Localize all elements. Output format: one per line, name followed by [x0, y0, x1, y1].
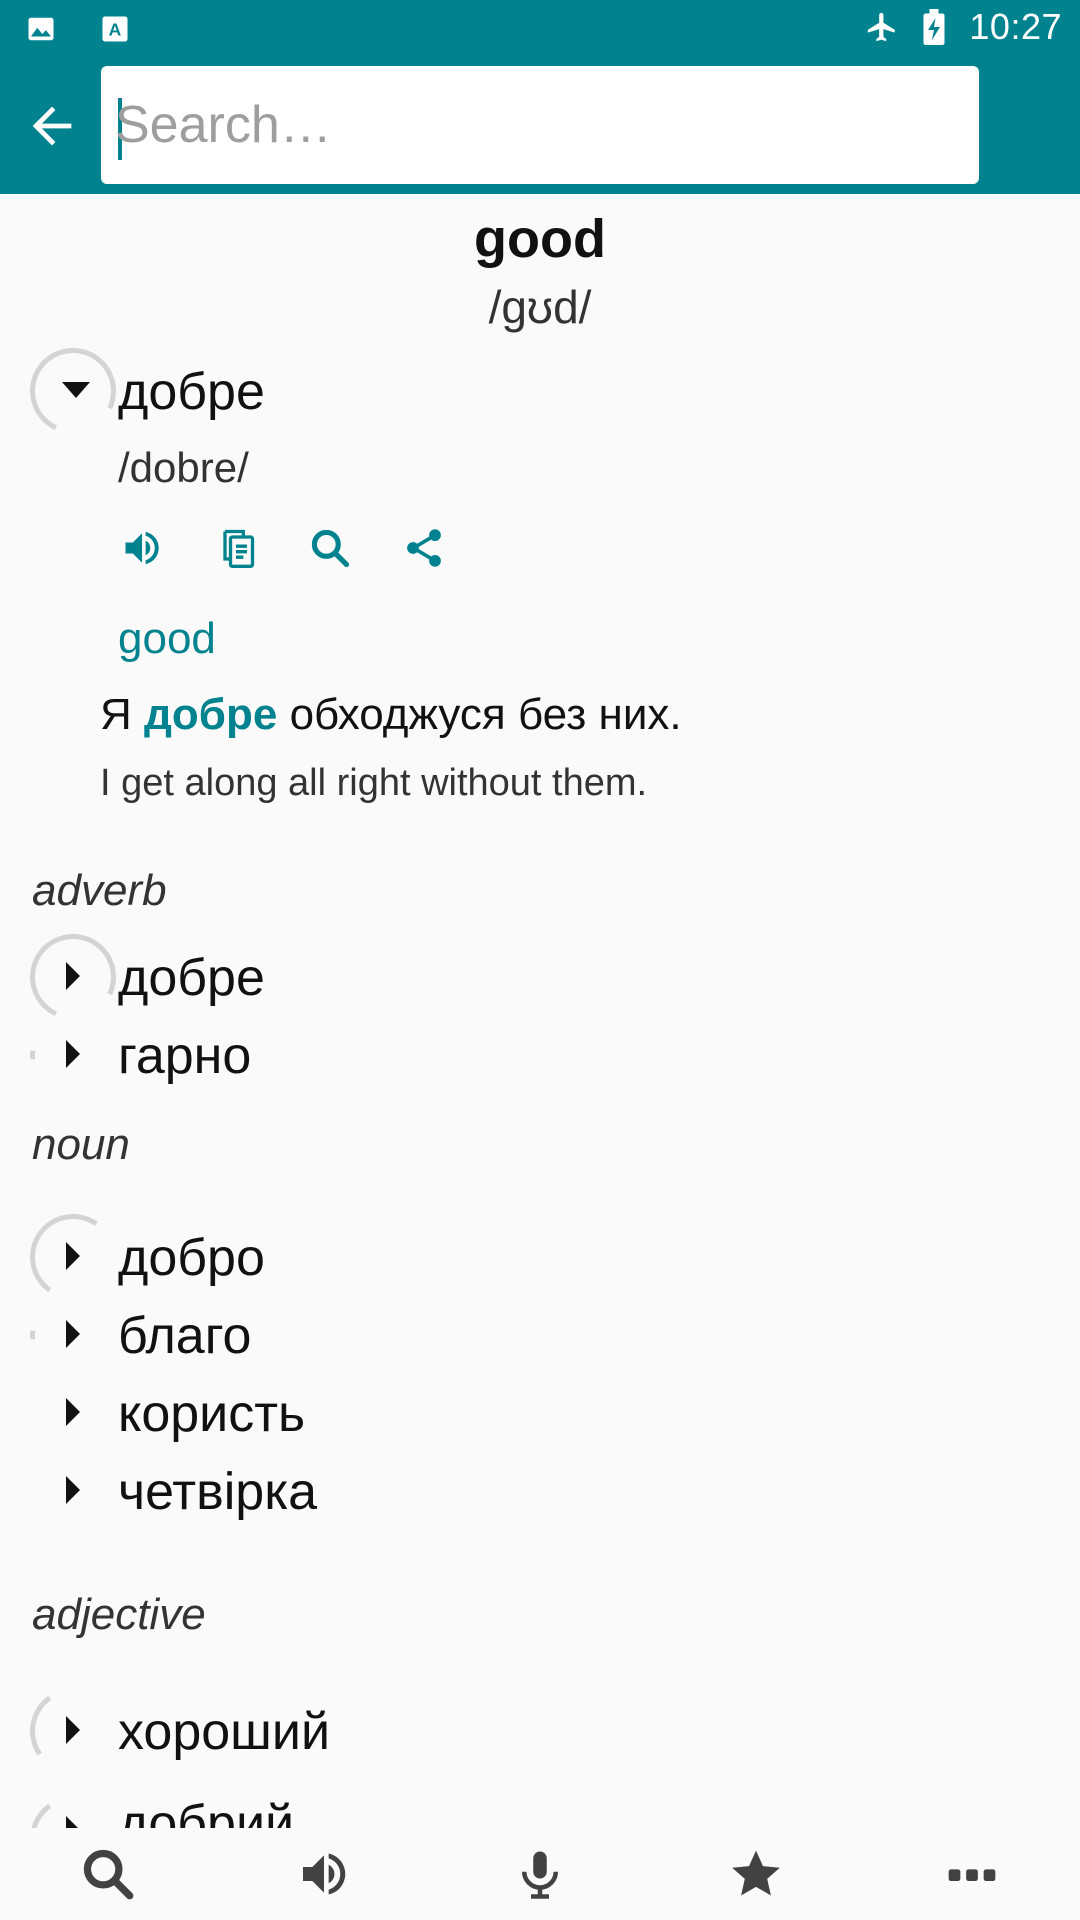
triangle-down-icon	[62, 382, 90, 398]
triangle-right-icon	[66, 1816, 80, 1828]
search-box[interactable]	[101, 66, 979, 184]
speaker-icon	[125, 531, 159, 565]
expand-button[interactable]	[45, 1026, 101, 1082]
nav-voice-button[interactable]	[500, 1834, 580, 1914]
star-icon	[732, 1850, 780, 1896]
triangle-right-icon	[66, 1242, 80, 1270]
sense-word[interactable]: хороший	[118, 1702, 330, 1762]
expand-button[interactable]	[45, 1702, 101, 1758]
dictionary-app: A 10:27 good /gʊd/ добре	[0, 0, 1080, 1920]
search-icon	[311, 529, 350, 568]
copy-icon	[223, 529, 255, 568]
sense-word[interactable]: користь	[118, 1384, 305, 1444]
sense-actions	[118, 524, 448, 572]
example-before: Я	[100, 690, 144, 739]
entry-content: good /gʊd/ добре /dobre/ good Я добре об…	[0, 194, 1080, 1828]
expand-button[interactable]	[45, 948, 101, 1004]
nav-search-button[interactable]	[68, 1834, 148, 1914]
sense-word[interactable]: гарно	[118, 1026, 251, 1086]
arrow-back-icon	[32, 106, 72, 146]
headword-phonetic: /gʊd/	[488, 281, 592, 333]
clock: 10:27	[969, 6, 1062, 47]
triangle-right-icon	[66, 1716, 80, 1744]
expand-button[interactable]	[45, 1384, 101, 1440]
copy-button[interactable]	[212, 524, 260, 572]
search-input[interactable]	[115, 80, 965, 170]
share-icon	[407, 529, 441, 567]
triangle-right-icon	[66, 962, 80, 990]
sense-phonetic: /dobre/	[118, 444, 249, 491]
speak-button[interactable]	[118, 524, 166, 572]
back-button[interactable]	[18, 92, 86, 160]
image-icon	[24, 12, 58, 46]
sense-word[interactable]: добре	[118, 362, 265, 422]
pos-label-adverb: adverb	[32, 866, 167, 915]
expand-button[interactable]	[45, 1802, 101, 1828]
sense-word[interactable]: добрий	[118, 1794, 294, 1828]
example-highlight: добре	[144, 690, 278, 739]
headword: good	[474, 209, 606, 269]
collapse-button[interactable]	[48, 362, 104, 418]
status-bar: A 10:27	[0, 0, 1080, 60]
airplane-icon	[865, 10, 899, 44]
text-format-icon: A	[98, 12, 132, 46]
speaker-icon	[303, 1853, 346, 1895]
expand-button[interactable]	[45, 1306, 101, 1362]
lookup-button[interactable]	[306, 524, 354, 572]
share-button[interactable]	[400, 524, 448, 572]
expand-button[interactable]	[45, 1228, 101, 1284]
microphone-icon	[522, 1851, 558, 1899]
status-left-icons: A	[24, 12, 132, 46]
nav-speak-button[interactable]	[284, 1834, 364, 1914]
more-icon	[948, 1869, 996, 1881]
example-sentence: Я добре обходжуся без них.	[100, 690, 682, 740]
nav-favorites-button[interactable]	[716, 1834, 796, 1914]
sense-word[interactable]: добре	[118, 948, 265, 1008]
pos-label-noun: noun	[32, 1120, 130, 1169]
svg-text:A: A	[109, 19, 122, 39]
sense-word[interactable]: благо	[118, 1306, 251, 1366]
triangle-right-icon	[66, 1040, 80, 1068]
triangle-right-icon	[66, 1398, 80, 1426]
pos-label-adjective: adjective	[32, 1590, 206, 1639]
example-translation: I get along all right without them.	[100, 762, 648, 804]
example-after: обходжуся без них.	[277, 690, 682, 739]
sense-word[interactable]: четвірка	[118, 1462, 317, 1522]
expand-button[interactable]	[45, 1462, 101, 1518]
nav-more-button[interactable]	[932, 1834, 1012, 1914]
bottom-nav	[0, 1828, 1080, 1920]
triangle-right-icon	[66, 1320, 80, 1348]
status-right: 10:27	[865, 6, 1062, 48]
sense-word[interactable]: добро	[118, 1228, 265, 1288]
search-icon	[83, 1849, 134, 1900]
back-translation-link[interactable]: good	[118, 614, 216, 664]
toolbar	[0, 60, 1080, 194]
battery-charging-icon	[917, 9, 951, 45]
triangle-right-icon	[66, 1476, 80, 1504]
